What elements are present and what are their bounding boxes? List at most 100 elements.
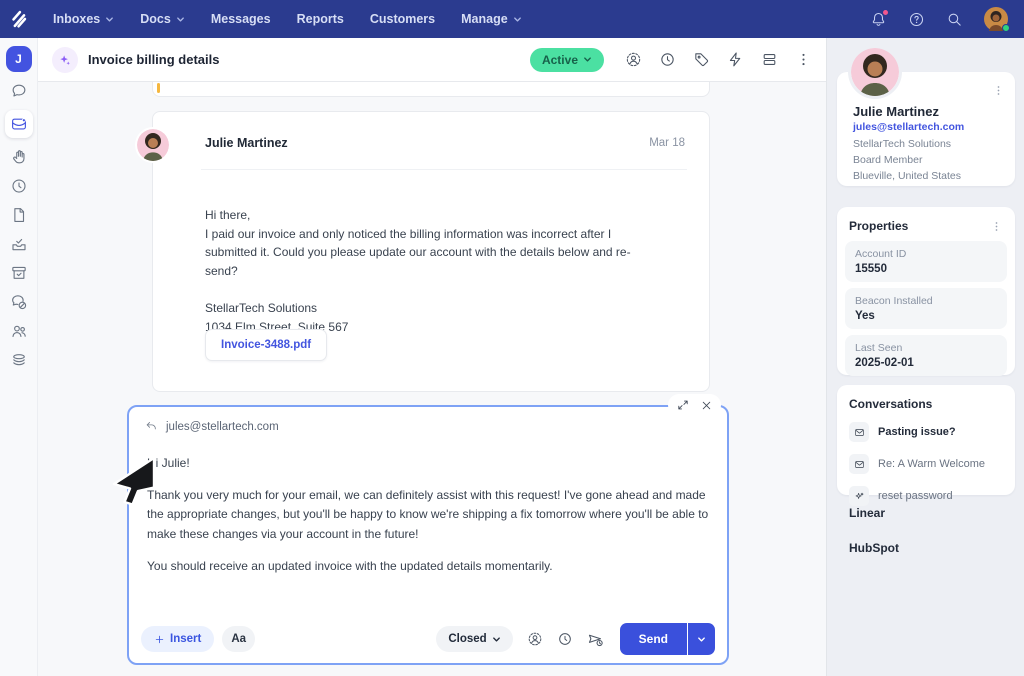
tag-icon[interactable]: [693, 51, 710, 68]
customers-icon[interactable]: [9, 321, 29, 341]
search-icon[interactable]: [946, 11, 963, 28]
email-icon: [849, 454, 869, 474]
property-account-id[interactable]: Account ID 15550: [845, 241, 1007, 282]
nav-item-manage[interactable]: Manage: [452, 6, 531, 32]
thread-view-icon[interactable]: [761, 51, 778, 68]
snooze-reply-icon[interactable]: [557, 631, 573, 647]
integration-section-hubspot[interactable]: HubSpot: [849, 541, 899, 555]
help-icon[interactable]: [908, 11, 925, 28]
conversation-list-item[interactable]: Pasting issue?: [837, 419, 1015, 451]
send-button-group: Send: [619, 623, 715, 655]
composer-text-area[interactable]: Hi Julie! Thank you very much for your e…: [129, 442, 727, 576]
close-icon[interactable]: [701, 400, 712, 411]
customer-name: Julie Martinez: [853, 104, 939, 119]
nav-item-docs[interactable]: Docs: [131, 6, 194, 32]
send-button[interactable]: Send: [619, 623, 687, 655]
property-last-seen[interactable]: Last Seen 2025-02-01: [845, 335, 1007, 376]
sender-avatar: [137, 129, 169, 161]
draft-greeting: Hi Julie!: [147, 456, 190, 470]
recipient-email: jules@stellartech.com: [166, 420, 279, 433]
customer-avatar[interactable]: [851, 48, 899, 96]
draft-paragraph: You should receive an updated invoice wi…: [147, 558, 553, 573]
conversations-card: Conversations Pasting issue? Re: A Warm …: [837, 385, 1015, 506]
app-logo[interactable]: [0, 8, 38, 30]
note-indicator: [157, 83, 160, 93]
workspace-avatar[interactable]: J: [5, 46, 32, 72]
status-dropdown[interactable]: Active: [529, 47, 604, 72]
status-label: Active: [541, 52, 578, 67]
conversation-link: reset password: [878, 490, 953, 502]
conversation-list-item[interactable]: Re: A Warm Welcome: [837, 451, 1015, 483]
previous-note-card-partial[interactable]: [152, 82, 710, 97]
snooze-clock-icon[interactable]: [659, 51, 676, 68]
nav-menu: Inboxes Docs Messages Reports Customers …: [44, 6, 531, 32]
notifications-bell-icon[interactable]: [870, 8, 889, 28]
clock-icon[interactable]: [9, 176, 29, 196]
workflow-lightning-icon[interactable]: [727, 51, 744, 68]
company-name: StellarTech Solutions: [205, 301, 318, 316]
conversations-title: Conversations: [849, 397, 933, 411]
nav-label: Manage: [461, 12, 508, 26]
nav-label: Messages: [210, 12, 271, 26]
nav-item-reports[interactable]: Reports: [288, 6, 353, 32]
assign-icon[interactable]: [625, 51, 642, 68]
message-paragraph: I paid our invoice and only noticed the …: [205, 226, 631, 278]
properties-header: Properties: [837, 207, 1015, 241]
plus-icon: [155, 635, 164, 643]
draft-paragraph: Thank you very much for your email, we c…: [147, 488, 709, 541]
chat-blocked-icon[interactable]: [9, 292, 29, 312]
property-beacon-installed[interactable]: Beacon Installed Yes: [845, 288, 1007, 329]
conversation-header: Invoice billing details Active: [38, 38, 826, 82]
property-label: Account ID: [855, 248, 907, 260]
more-options-icon[interactable]: [795, 51, 812, 68]
collections-icon[interactable]: [9, 350, 29, 370]
property-label: Beacon Installed: [855, 295, 933, 307]
online-status-dot: [1002, 24, 1010, 32]
chevron-down-icon: [584, 57, 591, 62]
expand-icon[interactable]: [677, 399, 689, 411]
text-format-button[interactable]: Aa: [222, 626, 256, 652]
reply-arrow-icon: [146, 422, 156, 430]
sparkle-icon: [849, 486, 869, 506]
inbox-icon-selected[interactable]: [4, 110, 33, 138]
conversation-link: Re: A Warm Welcome: [878, 458, 985, 470]
notification-badge: [882, 8, 889, 16]
insert-button[interactable]: Insert: [141, 626, 215, 652]
customer-company: StellarTech Solutions: [853, 138, 952, 150]
inbox-check-icon[interactable]: [9, 234, 29, 254]
customer-role: Board Member: [853, 154, 923, 167]
profile-more-icon[interactable]: [992, 84, 1005, 97]
conversations-header: Conversations: [837, 385, 1015, 419]
message-date[interactable]: Mar 18: [649, 137, 685, 149]
ai-sparkle-icon[interactable]: [52, 46, 78, 73]
conversation-title: Invoice billing details: [88, 52, 220, 67]
archive-check-icon[interactable]: [9, 263, 29, 283]
property-value: 15550: [855, 263, 887, 275]
chevron-down-icon: [513, 16, 521, 22]
document-icon[interactable]: [9, 205, 29, 225]
integration-section-linear[interactable]: Linear: [849, 506, 885, 520]
send-options-caret[interactable]: [688, 623, 715, 655]
customer-email-link[interactable]: jules@stellartech.com: [853, 121, 964, 133]
reply-composer[interactable]: jules@stellartech.com Hi Julie! Thank yo…: [127, 394, 729, 665]
chevron-down-icon: [176, 16, 184, 22]
attachment-chip[interactable]: Invoice-3488.pdf: [205, 329, 328, 361]
chat-icon[interactable]: [9, 81, 29, 101]
reply-recipient-row[interactable]: jules@stellartech.com: [129, 407, 727, 442]
nav-item-messages[interactable]: Messages: [202, 6, 280, 32]
schedule-send-icon[interactable]: [587, 631, 604, 648]
conversation-link: Pasting issue?: [878, 426, 956, 438]
nav-item-customers[interactable]: Customers: [361, 6, 444, 32]
customer-profile-card: Julie Martinez jules@stellartech.com Ste…: [837, 48, 1015, 186]
conversation-scroll-area[interactable]: Julie Martinez Mar 18 Hi there, I paid o…: [38, 82, 826, 676]
sender-name: Julie Martinez: [205, 136, 288, 150]
assign-reply-icon[interactable]: [527, 631, 543, 647]
send-status-dropdown[interactable]: Closed: [436, 626, 513, 652]
details-sidebar: Julie Martinez jules@stellartech.com Ste…: [826, 38, 1024, 676]
customer-location: Blueville, United States: [853, 170, 961, 183]
user-avatar[interactable]: [984, 7, 1010, 32]
properties-more-icon[interactable]: [990, 220, 1003, 233]
nav-item-inboxes[interactable]: Inboxes: [44, 6, 123, 32]
chevron-down-icon: [492, 636, 500, 642]
waving-hand-icon[interactable]: [9, 147, 29, 167]
